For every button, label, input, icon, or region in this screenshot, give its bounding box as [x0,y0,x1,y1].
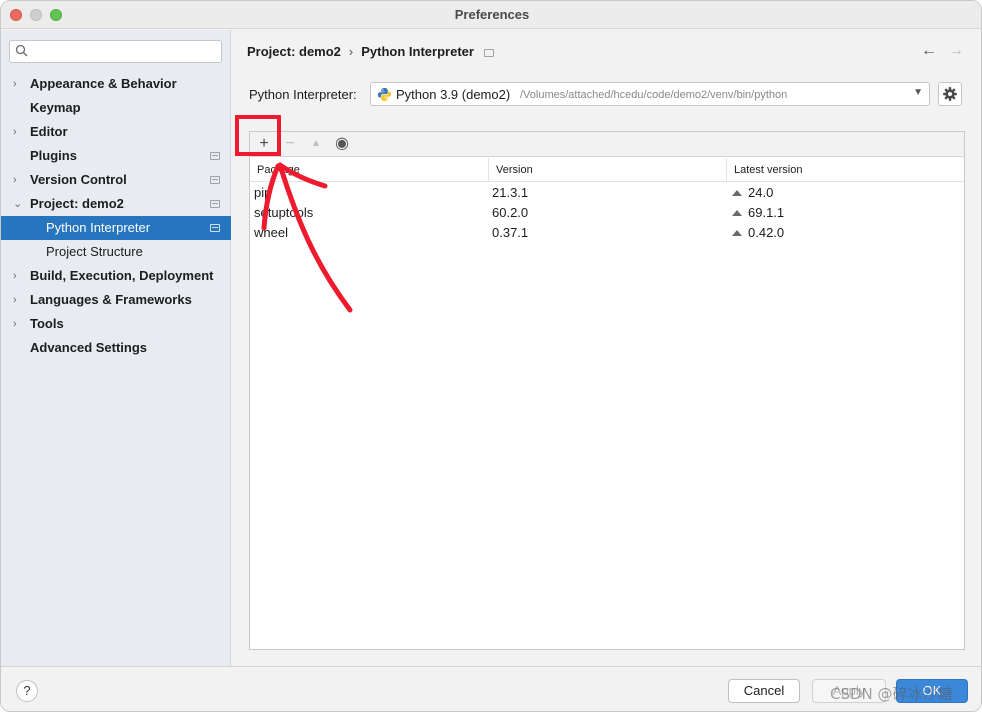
sidebar-item-label: Version Control [30,172,127,187]
sidebar-item-label: Advanced Settings [30,340,148,355]
gear-icon [943,87,957,101]
sidebar-item-build-execution-deployment[interactable]: › Build, Execution, Deployment [1,264,231,288]
sidebar-item-label: Project Structure [46,244,143,259]
sidebar-item-label: Project: demo2 [30,196,124,211]
upgrade-available-icon [732,190,742,196]
upgrade-available-icon [732,230,742,236]
interpreter-label: Python Interpreter: [249,87,357,102]
package-latest-version: 69.1.1 [748,205,785,220]
preferences-window: Preferences › Appearance & Behavior Keym… [0,0,982,712]
forward-arrow-icon[interactable]: → [948,42,964,60]
latest-version-cell: 69.1.1 [732,203,784,223]
column-header-package[interactable]: Package [250,158,489,182]
watermark-text: CSDN @碎冰沙糖 [830,685,953,703]
sidebar-item-tools[interactable]: › Tools [1,312,231,336]
package-name: wheel [254,225,288,240]
settings-tree: › Appearance & Behavior Keymap › Editor … [1,72,231,360]
sidebar-item-label: Languages & Frameworks [30,292,192,307]
package-name: pip [254,185,272,200]
chevron-right-icon[interactable]: › [13,72,25,96]
table-row[interactable]: setuptools 60.2.0 69.1.1 [250,203,964,223]
sidebar-item-languages-frameworks[interactable]: › Languages & Frameworks [1,288,231,312]
package-latest-version: 0.42.0 [748,225,785,240]
chevron-right-icon[interactable]: › [13,264,25,288]
project-level-icon [210,152,220,160]
interpreter-settings-button[interactable] [938,82,962,106]
help-button[interactable]: ? [16,680,38,702]
project-level-icon [210,224,220,232]
package-latest-version: 24.0 [748,185,774,200]
column-header-latest-version[interactable]: Latest version [727,158,964,182]
window-title: Preferences [454,7,530,22]
latest-version-cell: 24.0 [732,183,773,203]
sidebar-item-keymap[interactable]: Keymap [1,96,231,120]
breadcrumb: Project: demo2 › Python Interpreter [247,44,494,59]
packages-panel: + − ▲ ◉ Package Version Latest version p… [249,131,965,650]
project-level-icon [210,176,220,184]
chevron-right-icon[interactable]: › [13,312,25,336]
search-icon [15,44,28,57]
show-early-releases-eye-icon[interactable]: ◉ [333,135,351,153]
chevron-right-icon[interactable]: › [13,288,25,312]
title-bar: Preferences [1,1,981,29]
back-arrow-icon[interactable]: ← [921,42,937,60]
sidebar-item-label: Editor [30,124,68,139]
interpreter-name: Python 3.9 (demo2) [396,87,511,102]
sidebar-item-version-control[interactable]: › Version Control [1,168,231,192]
breadcrumb-separator: › [348,44,354,59]
sidebar-item-plugins[interactable]: Plugins [1,144,231,168]
sidebar-item-label: Keymap [30,100,81,115]
packages-toolbar: + − ▲ ◉ [250,132,964,157]
column-header-version[interactable]: Version [489,158,727,182]
latest-version-cell: 0.42.0 [732,223,784,243]
sidebar-item-project[interactable]: ⌄ Project: demo2 [1,192,231,216]
sidebar-item-label: Appearance & Behavior [30,76,177,91]
chevron-right-icon[interactable]: › [13,120,25,144]
project-level-icon [483,48,494,57]
table-row[interactable]: wheel 0.37.1 0.42.0 [250,223,964,243]
sidebar-item-label: Plugins [30,148,77,163]
package-name: setuptools [254,205,314,220]
interpreter-path: /Volumes/attached/hcedu/code/demo2/venv/… [520,89,788,101]
cancel-button[interactable]: Cancel [728,679,800,703]
settings-content: Project: demo2 › Python Interpreter ← → Py… [232,30,981,666]
python-logo-icon [377,87,392,102]
project-level-icon [210,200,220,208]
sidebar-item-label: Tools [30,316,64,331]
breadcrumb-project[interactable]: Project: demo2 [247,44,341,59]
sidebar-item-advanced-settings[interactable]: Advanced Settings [1,336,231,360]
package-version: 60.2.0 [492,205,529,220]
upgrade-package-button[interactable]: ▲ [307,135,325,153]
packages-table-body: pip 21.3.1 24.0 setuptools 60.2.0 69.1.1… [250,183,964,243]
packages-table-header: Package Version Latest version [250,158,964,182]
sidebar-item-python-interpreter[interactable]: Python Interpreter [1,216,231,240]
upgrade-available-icon [732,210,742,216]
sidebar-item-editor[interactable]: › Editor [1,120,231,144]
chevron-right-icon[interactable]: › [13,168,25,192]
dropdown-caret-icon: ▼ [913,87,923,98]
package-version: 21.3.1 [492,185,529,200]
settings-sidebar: › Appearance & Behavior Keymap › Editor … [1,30,231,666]
annotation-highlight-box [235,115,281,156]
table-row[interactable]: pip 21.3.1 24.0 [250,183,964,203]
remove-package-button[interactable]: − [281,135,299,153]
sidebar-item-label: Python Interpreter [46,220,151,235]
settings-search-input[interactable] [9,40,222,63]
sidebar-item-project-structure[interactable]: Project Structure [1,240,231,264]
interpreter-dropdown[interactable]: Python 3.9 (demo2) /Volumes/attached/hce… [370,82,930,106]
package-version: 0.37.1 [492,225,529,240]
sidebar-item-label: Build, Execution, Deployment [30,268,214,283]
chevron-down-icon[interactable]: ⌄ [13,192,25,216]
breadcrumb-page: Python Interpreter [361,44,474,59]
sidebar-item-appearance-behavior[interactable]: › Appearance & Behavior [1,72,231,96]
